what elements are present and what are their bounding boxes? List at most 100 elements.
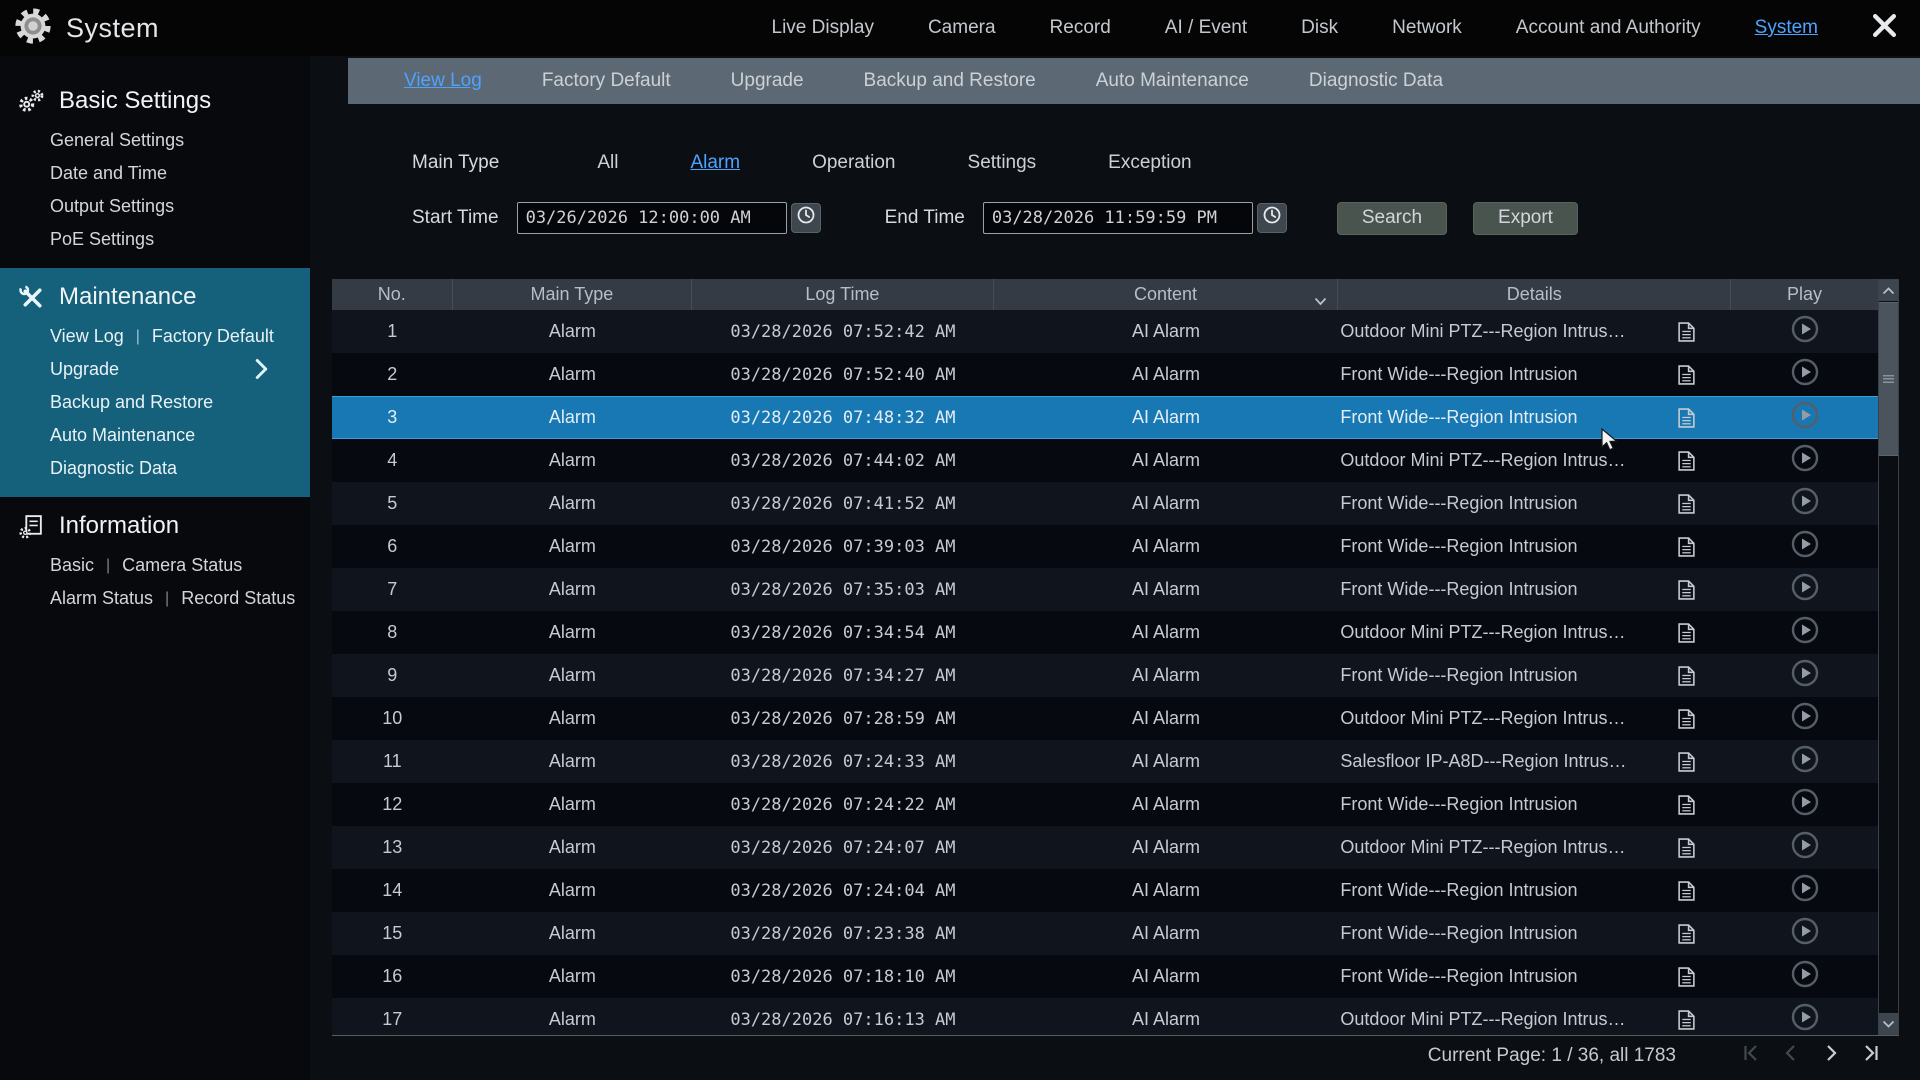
play-button[interactable] — [1791, 573, 1819, 606]
next-page-button[interactable] — [1820, 1042, 1842, 1069]
scroll-up-button[interactable] — [1879, 280, 1898, 301]
sidebar-item-alarm-status[interactable]: Alarm Status — [50, 588, 153, 609]
start-time-picker-button[interactable] — [791, 203, 821, 233]
scroll-down-button[interactable] — [1879, 1013, 1898, 1034]
table-row[interactable]: 5Alarm03/28/2026 07:41:52 AMAI AlarmFron… — [332, 482, 1878, 525]
sidebar-item-date-and-time[interactable]: Date and Time — [50, 163, 167, 184]
play-button[interactable] — [1791, 358, 1819, 391]
end-time-picker-button[interactable] — [1257, 203, 1287, 233]
topnav-item-system[interactable]: System — [1728, 17, 1845, 39]
play-button[interactable] — [1791, 401, 1819, 434]
topnav-item-record[interactable]: Record — [1023, 17, 1138, 39]
document-icon[interactable] — [1678, 365, 1695, 385]
table-row[interactable]: 8Alarm03/28/2026 07:34:54 AMAI AlarmOutd… — [332, 611, 1878, 654]
export-button[interactable]: Export — [1473, 202, 1578, 235]
topnav-item-ai-event[interactable]: AI / Event — [1138, 17, 1274, 39]
tab-auto-maintenance[interactable]: Auto Maintenance — [1066, 70, 1279, 92]
play-button[interactable] — [1791, 1003, 1819, 1035]
tab-backup-and-restore[interactable]: Backup and Restore — [834, 70, 1066, 92]
topnav-item-account-and-authority[interactable]: Account and Authority — [1489, 17, 1728, 39]
tab-diagnostic-data[interactable]: Diagnostic Data — [1279, 70, 1473, 92]
sidebar-item-factory-default[interactable]: Factory Default — [152, 326, 274, 347]
close-button[interactable] — [1871, 12, 1898, 44]
sidebar-item-output-settings[interactable]: Output Settings — [50, 196, 174, 217]
play-button[interactable] — [1791, 530, 1819, 563]
main-type-option-all[interactable]: All — [561, 152, 654, 174]
table-row[interactable]: 11Alarm03/28/2026 07:24:33 AMAI AlarmSal… — [332, 740, 1878, 783]
table-row[interactable]: 15Alarm03/28/2026 07:23:38 AMAI AlarmFro… — [332, 912, 1878, 955]
play-button[interactable] — [1791, 444, 1819, 477]
table-row[interactable]: 12Alarm03/28/2026 07:24:22 AMAI AlarmFro… — [332, 783, 1878, 826]
document-icon[interactable] — [1678, 924, 1695, 944]
table-row[interactable]: 16Alarm03/28/2026 07:18:10 AMAI AlarmFro… — [332, 955, 1878, 998]
first-page-button[interactable] — [1740, 1042, 1762, 1069]
topnav-item-camera[interactable]: Camera — [901, 17, 1023, 39]
sidebar-item-upgrade[interactable]: Upgrade — [50, 359, 119, 380]
play-button[interactable] — [1791, 917, 1819, 950]
document-icon[interactable] — [1678, 795, 1695, 815]
table-row[interactable]: 4Alarm03/28/2026 07:44:02 AMAI AlarmOutd… — [332, 439, 1878, 482]
play-button[interactable] — [1791, 702, 1819, 735]
document-icon[interactable] — [1678, 451, 1695, 471]
play-button[interactable] — [1791, 616, 1819, 649]
main-type-option-exception[interactable]: Exception — [1072, 152, 1227, 174]
document-icon[interactable] — [1678, 967, 1695, 987]
start-time-input[interactable] — [517, 202, 787, 234]
document-icon[interactable] — [1678, 623, 1695, 643]
play-button[interactable] — [1791, 659, 1819, 692]
document-icon[interactable] — [1678, 494, 1695, 514]
play-button[interactable] — [1791, 745, 1819, 778]
play-button[interactable] — [1791, 960, 1819, 993]
table-row[interactable]: 7Alarm03/28/2026 07:35:03 AMAI AlarmFron… — [332, 568, 1878, 611]
sidebar-item-camera-status[interactable]: Camera Status — [122, 555, 242, 576]
document-icon[interactable] — [1678, 709, 1695, 729]
play-button[interactable] — [1791, 788, 1819, 821]
topnav-item-disk[interactable]: Disk — [1274, 17, 1365, 39]
table-row[interactable]: 9Alarm03/28/2026 07:34:27 AMAI AlarmFron… — [332, 654, 1878, 697]
topnav-item-live-display[interactable]: Live Display — [745, 17, 901, 39]
chevron-right-icon[interactable] — [253, 357, 270, 386]
document-icon[interactable] — [1678, 580, 1695, 600]
search-button[interactable]: Search — [1337, 202, 1447, 235]
main-type-option-settings[interactable]: Settings — [932, 152, 1073, 174]
end-time-input[interactable] — [983, 202, 1253, 234]
play-button[interactable] — [1791, 315, 1819, 348]
sidebar-item-diagnostic-data[interactable]: Diagnostic Data — [50, 458, 177, 479]
scrollbar-thumb[interactable] — [1879, 302, 1898, 456]
sidebar-item-backup-and-restore[interactable]: Backup and Restore — [50, 392, 213, 413]
table-row[interactable]: 2Alarm03/28/2026 07:52:40 AMAI AlarmFron… — [332, 353, 1878, 396]
table-scrollbar[interactable] — [1878, 279, 1899, 1035]
document-icon[interactable] — [1678, 881, 1695, 901]
play-button[interactable] — [1791, 831, 1819, 864]
document-icon[interactable] — [1678, 752, 1695, 772]
document-icon[interactable] — [1678, 408, 1695, 428]
chevron-down-icon[interactable] — [1314, 290, 1327, 311]
table-row[interactable]: 17Alarm03/28/2026 07:16:13 AMAI AlarmOut… — [332, 998, 1878, 1035]
sidebar-item-general-settings[interactable]: General Settings — [50, 130, 184, 151]
topnav-item-network[interactable]: Network — [1365, 17, 1489, 39]
sidebar-item-auto-maintenance[interactable]: Auto Maintenance — [50, 425, 195, 446]
document-icon[interactable] — [1678, 666, 1695, 686]
document-icon[interactable] — [1678, 1010, 1695, 1030]
table-row[interactable]: 10Alarm03/28/2026 07:28:59 AMAI AlarmOut… — [332, 697, 1878, 740]
last-page-button[interactable] — [1860, 1042, 1882, 1069]
tab-view-log[interactable]: View Log — [374, 70, 512, 92]
sidebar-item-record-status[interactable]: Record Status — [181, 588, 295, 609]
table-row[interactable]: 3Alarm03/28/2026 07:48:32 AMAI AlarmFron… — [332, 396, 1878, 439]
document-icon[interactable] — [1678, 537, 1695, 557]
tab-factory-default[interactable]: Factory Default — [512, 70, 701, 92]
sidebar-item-view-log[interactable]: View Log — [50, 326, 124, 347]
document-icon[interactable] — [1678, 322, 1695, 342]
sidebar-item-poe-settings[interactable]: PoE Settings — [50, 229, 154, 250]
prev-page-button[interactable] — [1780, 1042, 1802, 1069]
table-row[interactable]: 13Alarm03/28/2026 07:24:07 AMAI AlarmOut… — [332, 826, 1878, 869]
scrollbar-track[interactable] — [1879, 456, 1898, 1013]
play-button[interactable] — [1791, 874, 1819, 907]
main-type-option-alarm[interactable]: Alarm — [654, 152, 776, 174]
column-header-content[interactable]: Content — [994, 279, 1339, 310]
play-button[interactable] — [1791, 487, 1819, 520]
table-row[interactable]: 6Alarm03/28/2026 07:39:03 AMAI AlarmFron… — [332, 525, 1878, 568]
main-type-option-operation[interactable]: Operation — [776, 152, 931, 174]
tab-upgrade[interactable]: Upgrade — [701, 70, 834, 92]
table-row[interactable]: 14Alarm03/28/2026 07:24:04 AMAI AlarmFro… — [332, 869, 1878, 912]
